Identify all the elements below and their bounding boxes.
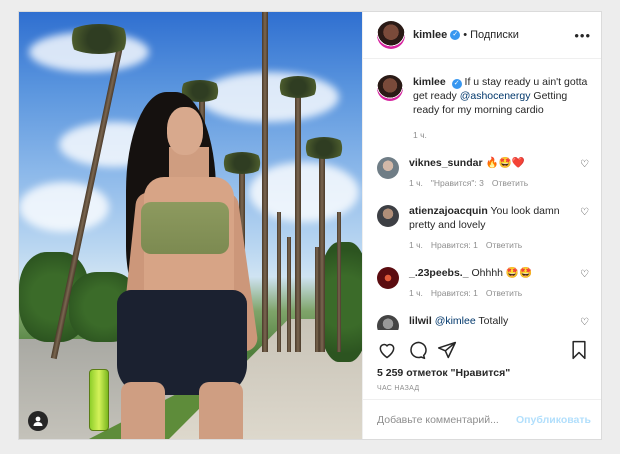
caption: kimlee ✓ If u stay ready u ain't gotta g… bbox=[363, 60, 601, 142]
comment-username[interactable]: viknes_sundar bbox=[409, 157, 483, 169]
reply-button[interactable]: Ответить bbox=[492, 178, 528, 188]
author-username[interactable]: kimlee bbox=[413, 29, 447, 41]
more-horizontal-icon[interactable]: ••• bbox=[574, 28, 591, 43]
comment-text: 🔥🤩❤️ bbox=[485, 157, 525, 169]
author-avatar[interactable] bbox=[377, 21, 405, 49]
like-comment-heart-icon[interactable]: ♡ bbox=[575, 266, 589, 300]
reply-button[interactable]: Ответить bbox=[486, 240, 522, 250]
post-sidebar: kimlee ✓ • Подписки ••• kimlee ✓ If u st… bbox=[362, 12, 601, 439]
comment-item: _.23peebs._ Ohhhh 🤩🤩 1 ч. Нравится: 1 Отве… bbox=[363, 252, 601, 300]
post-photo[interactable] bbox=[19, 12, 362, 439]
comment-username[interactable]: _.23peebs._ bbox=[409, 267, 469, 279]
post-actions bbox=[377, 340, 589, 360]
caption-time[interactable]: 1 ч. bbox=[413, 130, 427, 140]
like-comment-heart-icon[interactable]: ♡ bbox=[575, 156, 589, 190]
commenter-avatar[interactable] bbox=[377, 157, 399, 179]
commenter-avatar[interactable] bbox=[377, 267, 399, 289]
comment-item: lilwil @kimlee Totally ♡ bbox=[363, 300, 601, 330]
instagram-post: kimlee ✓ • Подписки ••• kimlee ✓ If u st… bbox=[18, 11, 602, 440]
add-comment-bar: Опубликовать bbox=[363, 399, 601, 439]
caption-username[interactable]: kimlee bbox=[413, 76, 446, 88]
tagged-user-icon[interactable] bbox=[28, 411, 48, 431]
energy-drink-can bbox=[89, 369, 109, 431]
commenter-avatar[interactable] bbox=[377, 315, 399, 330]
post-header: kimlee ✓ • Подписки ••• bbox=[363, 12, 601, 59]
caption-mention[interactable]: @ashocenergy bbox=[460, 90, 531, 102]
comment-likes[interactable]: Нравится: 1 bbox=[431, 288, 478, 298]
comment-mention[interactable]: @kimlee bbox=[435, 315, 476, 327]
caption-avatar[interactable] bbox=[377, 75, 403, 101]
share-icon[interactable] bbox=[437, 340, 457, 360]
likes-count[interactable]: 5 259 отметок "Нравится" bbox=[377, 367, 510, 379]
comment-time[interactable]: 1 ч. bbox=[409, 178, 423, 188]
like-comment-heart-icon[interactable]: ♡ bbox=[575, 314, 589, 330]
comment-time[interactable]: 1 ч. bbox=[409, 288, 423, 298]
commenter-avatar[interactable] bbox=[377, 205, 399, 227]
verified-badge-icon: ✓ bbox=[450, 30, 461, 40]
comments-list[interactable]: kimlee ✓ If u stay ready u ain't gotta g… bbox=[363, 60, 601, 330]
comment-item: viknes_sundar 🔥🤩❤️ 1 ч. "Нравится": 3 Отве… bbox=[363, 142, 601, 190]
comment-input[interactable] bbox=[377, 413, 517, 426]
post-time[interactable]: час назад bbox=[377, 385, 419, 392]
comment-text: Totally bbox=[475, 315, 509, 327]
comment-time[interactable]: 1 ч. bbox=[409, 240, 423, 250]
like-heart-icon[interactable] bbox=[377, 340, 397, 360]
following-button[interactable]: Подписки bbox=[470, 29, 519, 41]
separator-dot: • bbox=[463, 29, 468, 41]
comment-icon[interactable] bbox=[407, 340, 427, 360]
comment-item: atienzajoacquin You look damn pretty and… bbox=[363, 190, 601, 252]
bookmark-icon[interactable] bbox=[569, 340, 589, 360]
comment-likes[interactable]: Нравится: 1 bbox=[431, 240, 478, 250]
publish-button[interactable]: Опубликовать bbox=[516, 414, 591, 426]
comment-username[interactable]: atienzajoacquin bbox=[409, 205, 488, 217]
reply-button[interactable]: Ответить bbox=[486, 288, 522, 298]
like-comment-heart-icon[interactable]: ♡ bbox=[575, 204, 589, 252]
comment-text: Ohhhh 🤩🤩 bbox=[471, 267, 533, 279]
comment-username[interactable]: lilwil bbox=[409, 315, 432, 327]
verified-badge-icon: ✓ bbox=[451, 79, 462, 89]
comment-likes[interactable]: "Нравится": 3 bbox=[431, 178, 484, 188]
